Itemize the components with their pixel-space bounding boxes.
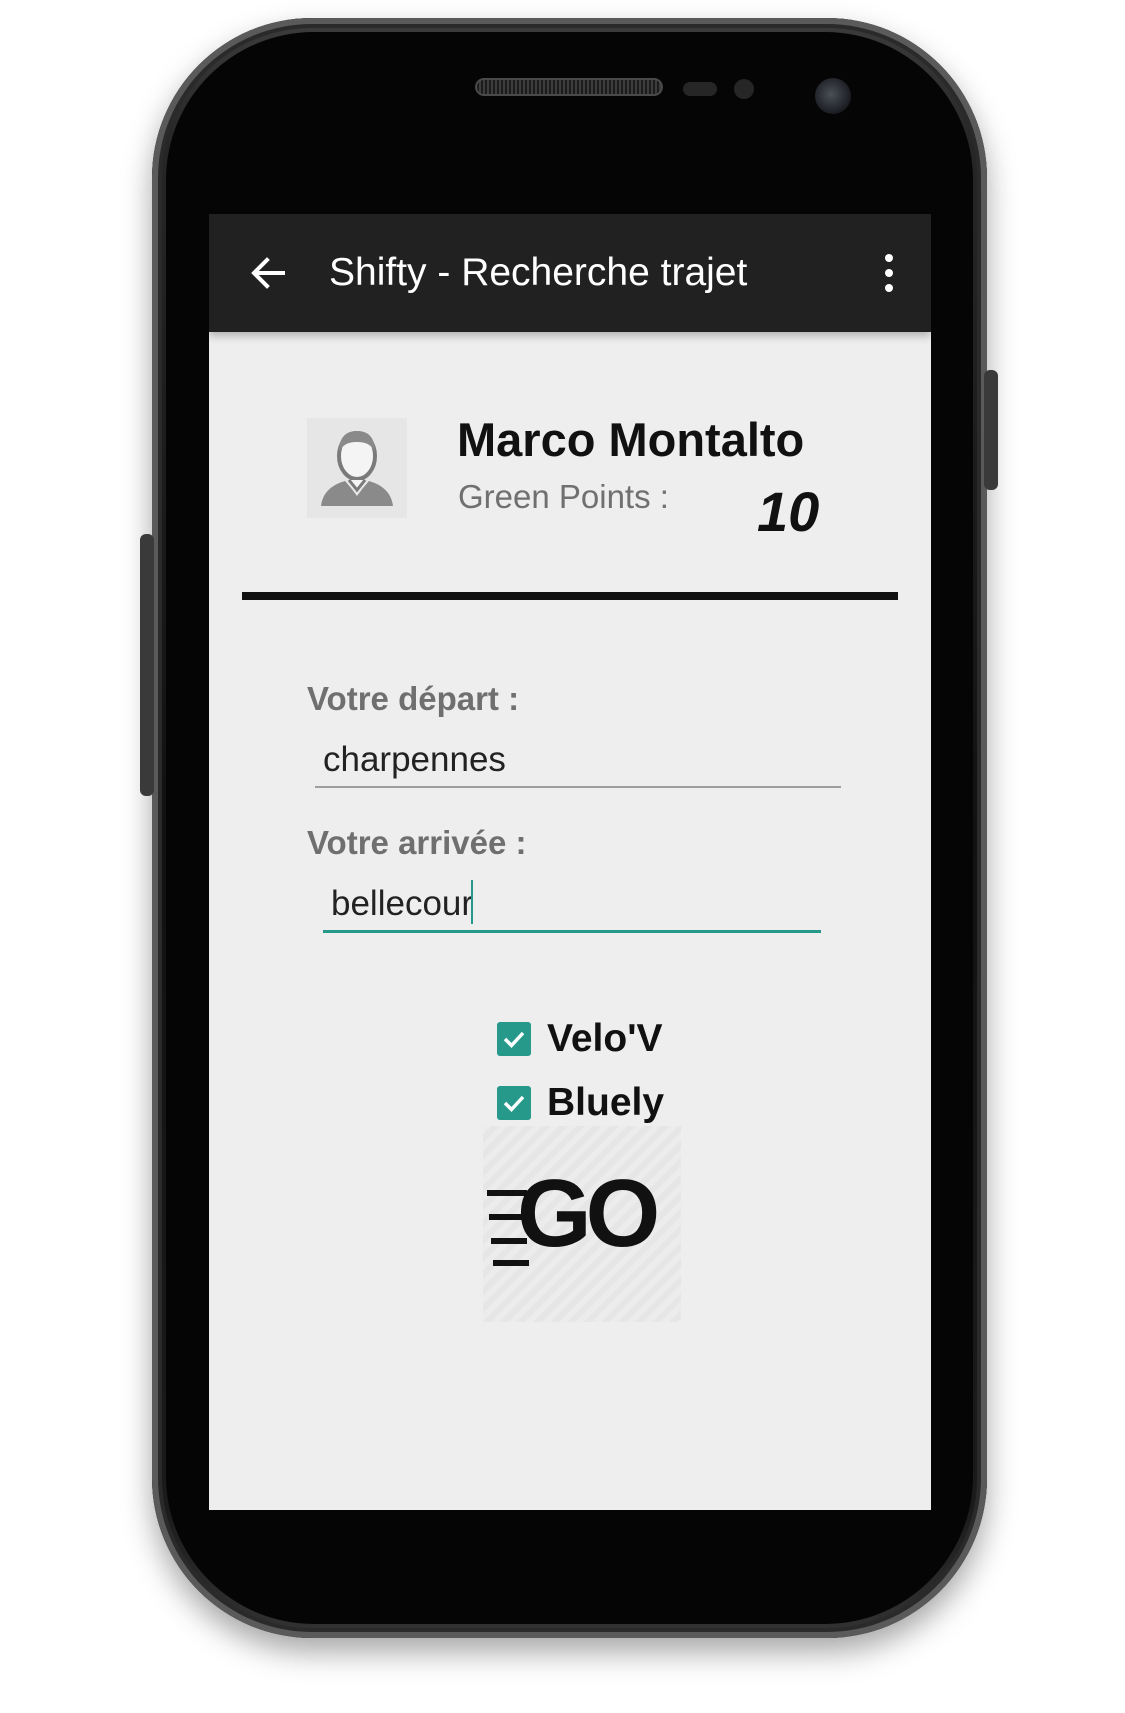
- velov-checkbox[interactable]: [497, 1022, 531, 1056]
- power-button: [984, 370, 998, 490]
- front-camera: [815, 78, 851, 114]
- empty-bottom-area: [209, 1358, 931, 1510]
- green-points-label: Green Points :: [458, 478, 669, 515]
- avatar: [307, 418, 407, 518]
- arrival-input[interactable]: [323, 878, 821, 933]
- departure-label: Votre départ :: [307, 680, 520, 717]
- go-button-container: GO: [483, 1126, 681, 1322]
- arrow-left-icon: [251, 257, 285, 289]
- section-divider: [242, 592, 898, 600]
- app-title: Shifty - Recherche trajet: [329, 251, 748, 294]
- arrival-label: Votre arrivée :: [307, 824, 527, 861]
- checkmark-icon: [503, 1095, 525, 1113]
- go-label: GO: [517, 1160, 660, 1267]
- proximity-sensor: [683, 82, 717, 96]
- text-cursor: [471, 880, 473, 924]
- overflow-menu-button[interactable]: [874, 252, 904, 294]
- go-button[interactable]: GO: [483, 1160, 681, 1270]
- light-sensor: [734, 79, 754, 99]
- bluely-label: Bluely: [547, 1081, 665, 1124]
- bluely-option[interactable]: Bluely: [497, 1078, 664, 1128]
- earpiece-speaker: [475, 78, 663, 96]
- app-screen: Shifty - Recherche trajet Marco Montalto…: [209, 214, 931, 1510]
- user-avatar-icon: [321, 431, 393, 506]
- bluely-checkbox[interactable]: [497, 1086, 531, 1120]
- velov-label: Velo'V: [547, 1017, 663, 1060]
- velov-option[interactable]: Velo'V: [497, 1014, 663, 1064]
- app-bar: Shifty - Recherche trajet: [209, 214, 931, 332]
- departure-input[interactable]: [315, 734, 841, 788]
- user-name: Marco Montalto: [457, 413, 805, 466]
- more-vertical-icon: [885, 254, 893, 292]
- volume-button: [140, 534, 154, 796]
- back-button[interactable]: [247, 252, 289, 294]
- green-points-value: 10: [757, 480, 820, 543]
- checkmark-icon: [503, 1031, 525, 1049]
